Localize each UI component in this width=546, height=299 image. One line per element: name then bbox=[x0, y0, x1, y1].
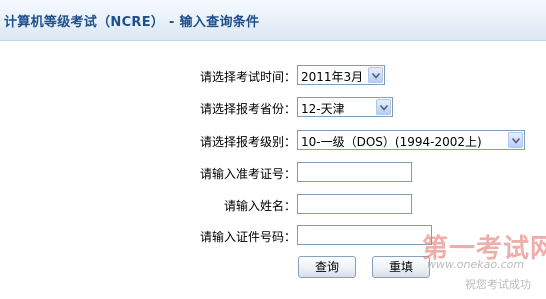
province-select[interactable]: 12-天津 bbox=[297, 97, 393, 117]
exam-time-value: 2011年3月 bbox=[301, 70, 364, 84]
exam-time-row: 请选择考试时间： 2011年3月 bbox=[0, 65, 546, 87]
chevron-down-icon[interactable] bbox=[368, 67, 383, 83]
ticket-number-field[interactable] bbox=[297, 162, 412, 182]
page-header: 计算机等级考试（NCRE） - 输入查询条件 bbox=[0, 0, 546, 41]
level-value: 10-一级（DOS）(1994-2002上) bbox=[301, 135, 482, 149]
ticket-number-label: 请输入准考证号： bbox=[199, 167, 296, 181]
level-row: 请选择报考级别： 10-一级（DOS）(1994-2002上) bbox=[0, 130, 546, 152]
name-row: 请输入姓名： bbox=[0, 194, 546, 216]
watermark-slogan: 祝您考试成功 bbox=[465, 278, 531, 291]
level-select[interactable]: 10-一级（DOS）(1994-2002上) bbox=[297, 130, 525, 150]
watermark-url: www.onekao.com bbox=[427, 258, 525, 271]
chevron-down-icon[interactable] bbox=[508, 132, 523, 148]
exam-time-label: 请选择考试时间： bbox=[199, 70, 296, 84]
province-value: 12-天津 bbox=[301, 102, 345, 116]
province-label: 请选择报考省份： bbox=[199, 102, 296, 116]
id-number-field[interactable] bbox=[297, 225, 432, 245]
watermark: 第一考试网 www.onekao.com 祝您考试成功 bbox=[415, 228, 546, 299]
province-row: 请选择报考省份： 12-天津 bbox=[0, 97, 546, 119]
name-label: 请输入姓名： bbox=[223, 199, 296, 213]
level-label: 请选择报考级别： bbox=[199, 135, 296, 149]
ticket-number-row: 请输入准考证号： bbox=[0, 162, 546, 184]
exam-time-select[interactable]: 2011年3月 bbox=[297, 65, 385, 85]
id-number-label: 请输入证件号码： bbox=[199, 230, 296, 244]
name-field[interactable] bbox=[297, 194, 412, 214]
query-button[interactable]: 查询 bbox=[298, 256, 356, 278]
chevron-down-icon[interactable] bbox=[376, 99, 391, 115]
page-title: 计算机等级考试（NCRE） - 输入查询条件 bbox=[4, 15, 260, 30]
